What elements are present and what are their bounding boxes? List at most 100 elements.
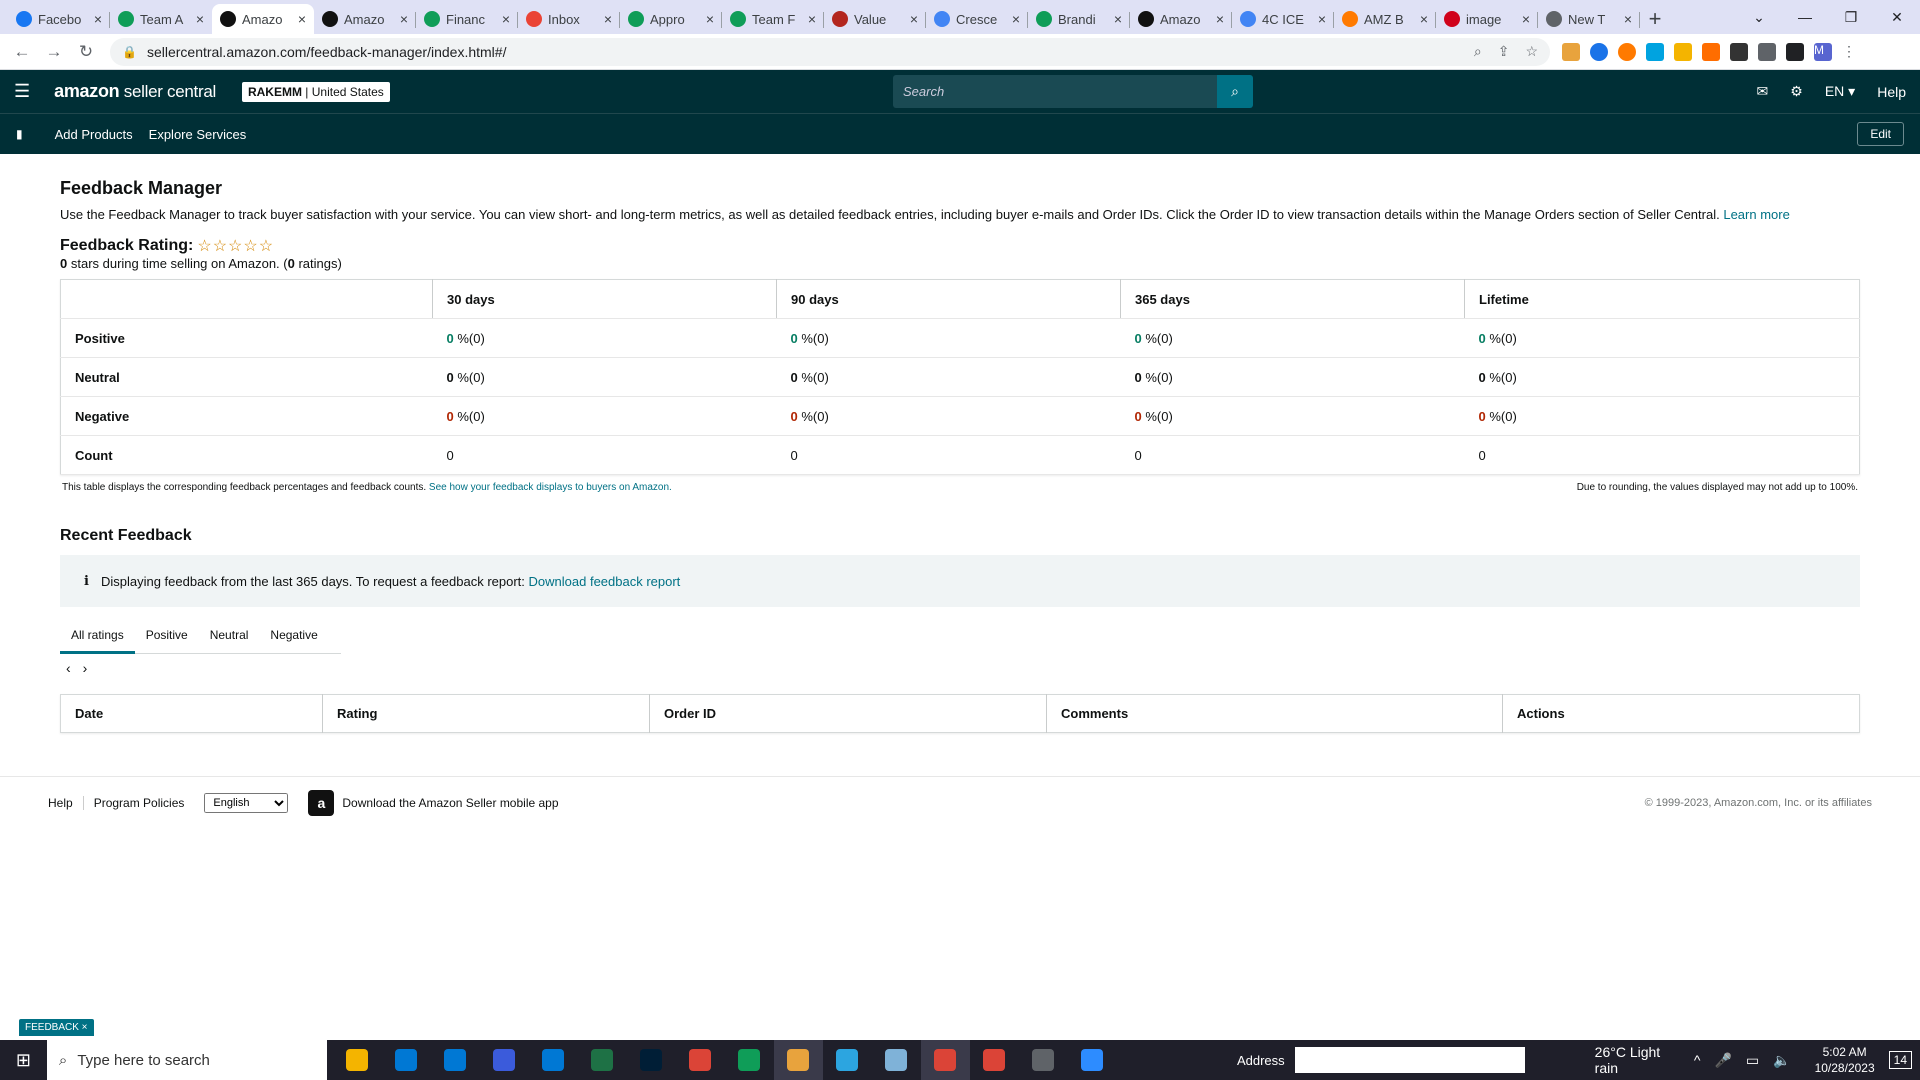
browser-tab[interactable]: Amazo × bbox=[1130, 4, 1232, 34]
tab-positive[interactable]: Positive bbox=[135, 617, 199, 654]
back-icon[interactable]: ← bbox=[8, 38, 36, 66]
extension-icon[interactable] bbox=[1730, 42, 1748, 61]
taskbar-search[interactable]: ⌕ Type here to search bbox=[46, 1040, 327, 1080]
taskbar-app-icon[interactable] bbox=[333, 1040, 382, 1080]
tab-close-icon[interactable]: × bbox=[604, 11, 612, 27]
search-input[interactable]: Search bbox=[893, 75, 1217, 108]
browser-tab[interactable]: Financ × bbox=[416, 4, 518, 34]
tab-close-icon[interactable]: × bbox=[1420, 11, 1428, 27]
tab-neutral[interactable]: Neutral bbox=[199, 617, 260, 654]
tab-close-icon[interactable]: × bbox=[1522, 11, 1530, 27]
tab-close-icon[interactable]: × bbox=[400, 11, 408, 27]
taskbar-app-icon[interactable] bbox=[480, 1040, 529, 1080]
taskbar-app-icon[interactable] bbox=[920, 1040, 970, 1080]
browser-tab[interactable]: Facebo × bbox=[8, 4, 110, 34]
tab-close-icon[interactable]: × bbox=[94, 11, 102, 27]
url-bar[interactable]: 🔒 sellercentral.amazon.com/feedback-mana… bbox=[110, 37, 1550, 66]
browser-tab[interactable]: Brandi × bbox=[1028, 4, 1130, 34]
footer-help-link[interactable]: Help bbox=[48, 795, 84, 810]
lock-icon[interactable]: 🔒 bbox=[122, 45, 137, 59]
tray-chevron-icon[interactable]: ^ bbox=[1694, 1052, 1701, 1068]
network-icon[interactable]: ▭ bbox=[1746, 1052, 1759, 1069]
store-selector[interactable]: RAKEMM | United States bbox=[241, 81, 390, 102]
edit-nav-button[interactable]: Edit bbox=[1857, 122, 1904, 146]
tab-close-icon[interactable]: × bbox=[1216, 11, 1224, 27]
address-input[interactable] bbox=[1294, 1047, 1525, 1073]
extension-icon[interactable] bbox=[1590, 42, 1608, 61]
nav-add-products[interactable]: Add Products bbox=[55, 127, 133, 142]
reload-icon[interactable]: ↻ bbox=[72, 38, 100, 66]
nav-explore-services[interactable]: Explore Services bbox=[149, 127, 247, 142]
zoom-icon[interactable]: ⌕ bbox=[1474, 43, 1482, 60]
taskbar-app-icon[interactable] bbox=[970, 1040, 1019, 1080]
more-menu-icon[interactable]: ⋮ bbox=[1842, 43, 1856, 61]
mail-icon[interactable]: ✉ bbox=[1757, 83, 1769, 100]
tab-close-icon[interactable]: × bbox=[196, 11, 204, 27]
footer-program-policies-link[interactable]: Program Policies bbox=[94, 796, 195, 810]
taskbar-app-icon[interactable] bbox=[676, 1040, 725, 1080]
browser-tab[interactable]: New T × bbox=[1538, 4, 1640, 34]
extension-icon[interactable] bbox=[1562, 42, 1580, 61]
tab-all-ratings[interactable]: All ratings bbox=[60, 617, 135, 654]
windows-start-icon[interactable]: ⊞ bbox=[0, 1050, 47, 1071]
tab-close-icon[interactable]: × bbox=[1318, 11, 1326, 27]
tab-close-icon[interactable]: × bbox=[910, 11, 918, 27]
help-link[interactable]: Help bbox=[1877, 84, 1906, 100]
extension-icon[interactable] bbox=[1702, 42, 1720, 61]
browser-tab[interactable]: Value × bbox=[824, 4, 926, 34]
tab-close-icon[interactable]: × bbox=[1624, 11, 1632, 27]
profile-avatar[interactable]: M bbox=[1814, 42, 1832, 61]
download-app-link[interactable]: Download the Amazon Seller mobile app bbox=[342, 796, 558, 810]
tab-close-icon[interactable]: × bbox=[808, 11, 816, 27]
browser-tab[interactable]: Team F × bbox=[722, 4, 824, 34]
side-panel-icon[interactable] bbox=[1786, 42, 1804, 61]
taskbar-app-icon[interactable] bbox=[725, 1040, 774, 1080]
browser-tab[interactable]: Amazo × bbox=[212, 4, 314, 34]
tab-search-icon[interactable]: ⌄ bbox=[1736, 0, 1782, 34]
browser-tab[interactable]: Appro × bbox=[620, 4, 722, 34]
puzzle-icon[interactable] bbox=[1758, 42, 1776, 61]
bookmark-star-icon[interactable]: ☆ bbox=[1525, 43, 1538, 60]
bookmark-icon[interactable]: ▮ bbox=[16, 127, 23, 141]
language-selector[interactable]: EN ▾ bbox=[1825, 83, 1855, 100]
share-icon[interactable]: ⇪ bbox=[1498, 43, 1510, 60]
amazon-app-icon[interactable]: a bbox=[308, 789, 335, 816]
restore-button[interactable]: ❐ bbox=[1828, 0, 1874, 34]
taskbar-app-icon[interactable] bbox=[578, 1040, 627, 1080]
hamburger-menu-icon[interactable]: ☰ bbox=[14, 81, 30, 102]
taskbar-app-icon[interactable] bbox=[773, 1040, 823, 1080]
forward-icon[interactable]: → bbox=[40, 38, 68, 66]
browser-tab[interactable]: Amazo × bbox=[314, 4, 416, 34]
tab-close-icon[interactable]: × bbox=[1012, 11, 1020, 27]
taskbar-app-icon[interactable] bbox=[627, 1040, 676, 1080]
tab-negative[interactable]: Negative bbox=[259, 617, 328, 654]
minimize-button[interactable]: — bbox=[1782, 0, 1828, 34]
extension-icon[interactable] bbox=[1674, 42, 1692, 61]
see-feedback-display-link[interactable]: See how your feedback displays to buyers… bbox=[429, 482, 672, 493]
weather-widget[interactable]: 26°C Light rain bbox=[1595, 1044, 1680, 1076]
amazon-seller-central-logo[interactable]: amazon seller central bbox=[54, 81, 216, 102]
tab-close-icon[interactable]: × bbox=[298, 11, 306, 27]
settings-gear-icon[interactable]: ⚙ bbox=[1790, 83, 1803, 100]
new-tab-button[interactable]: + bbox=[1640, 4, 1670, 34]
taskbar-app-icon[interactable] bbox=[823, 1040, 872, 1080]
notifications-icon[interactable]: 14 bbox=[1888, 1051, 1912, 1069]
search-icon[interactable]: ⌕ bbox=[1217, 75, 1253, 108]
taskbar-app-icon[interactable] bbox=[529, 1040, 578, 1080]
browser-tab[interactable]: Team A × bbox=[110, 4, 212, 34]
clock[interactable]: 5:02 AM 10/28/2023 bbox=[1815, 1044, 1875, 1076]
browser-tab[interactable]: 4C ICE × bbox=[1232, 4, 1334, 34]
volume-icon[interactable]: 🔈 bbox=[1773, 1052, 1790, 1069]
chevron-right-icon[interactable]: › bbox=[83, 660, 88, 676]
extension-icon[interactable] bbox=[1618, 42, 1636, 61]
browser-tab[interactable]: AMZ B × bbox=[1334, 4, 1436, 34]
taskbar-app-icon[interactable] bbox=[872, 1040, 921, 1080]
close-window-button[interactable]: ✕ bbox=[1874, 0, 1920, 34]
tab-close-icon[interactable]: × bbox=[1114, 11, 1122, 27]
extension-icon[interactable] bbox=[1646, 42, 1664, 61]
microphone-icon[interactable]: 🎤 bbox=[1714, 1052, 1731, 1069]
taskbar-app-icon[interactable] bbox=[431, 1040, 480, 1080]
download-feedback-report-link[interactable]: Download feedback report bbox=[529, 574, 681, 589]
feedback-tab[interactable]: FEEDBACK × bbox=[19, 1019, 94, 1036]
browser-tab[interactable]: image × bbox=[1436, 4, 1538, 34]
